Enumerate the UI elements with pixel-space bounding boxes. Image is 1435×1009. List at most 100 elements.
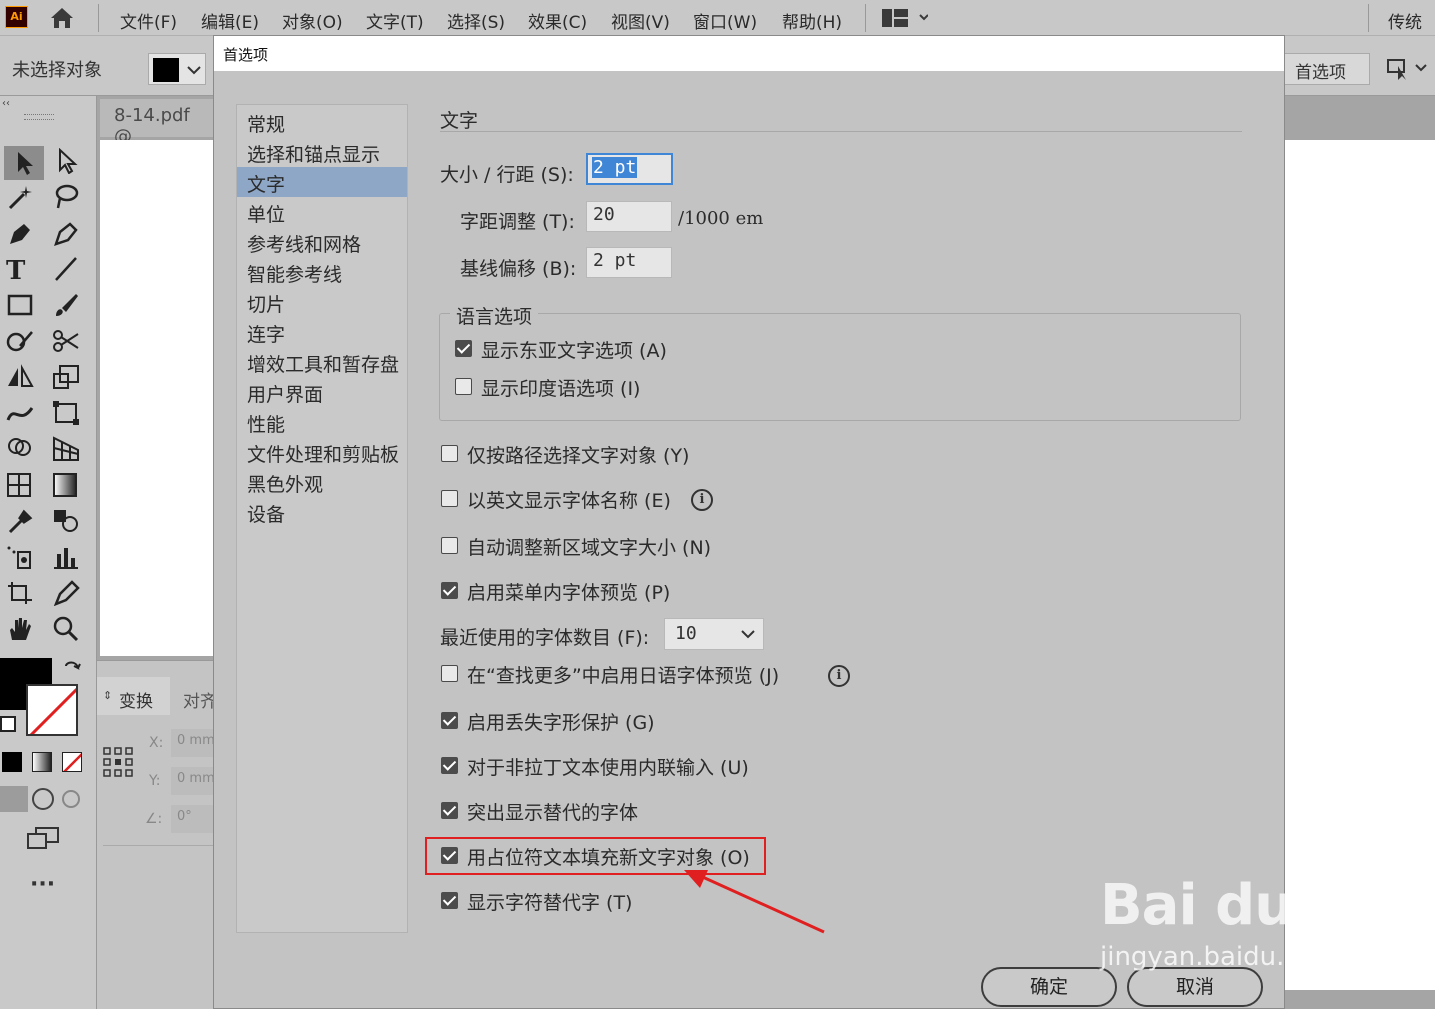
more-tools-icon[interactable]: ··· bbox=[30, 872, 55, 897]
sidebar-item-plugins-scratch[interactable]: 增效工具和暂存盘 bbox=[237, 347, 407, 377]
mesh-tool-icon[interactable] bbox=[6, 472, 34, 498]
direct-selection-tool-icon[interactable] bbox=[52, 147, 80, 175]
show-east-asian-option[interactable]: 显示东亚文字选项 (A) bbox=[455, 335, 755, 365]
japanese-preview-checkbox[interactable] bbox=[441, 665, 458, 682]
line-tool-icon[interactable] bbox=[52, 256, 80, 282]
grip-icon[interactable] bbox=[24, 114, 54, 120]
english-names-option[interactable]: 以英文显示字体名称 (E) bbox=[441, 485, 781, 515]
type-tool-icon[interactable]: T bbox=[6, 256, 34, 286]
workspace-layout-icon[interactable] bbox=[882, 9, 929, 27]
blend-tool-icon[interactable] bbox=[52, 508, 80, 534]
gradient-tool-icon[interactable] bbox=[52, 472, 80, 498]
sidebar-item-file-clipboard[interactable]: 文件处理和剪贴板 bbox=[237, 437, 407, 467]
menu-window[interactable]: 窗口(W) bbox=[693, 8, 757, 33]
sidebar-item-general[interactable]: 常规 bbox=[237, 107, 407, 137]
lasso-tool-icon[interactable] bbox=[52, 184, 80, 210]
ok-button[interactable]: 确定 bbox=[981, 967, 1117, 1007]
show-indic-checkbox[interactable] bbox=[455, 378, 472, 395]
graph-tool-icon[interactable] bbox=[52, 544, 80, 570]
font-preview-option[interactable]: 启用菜单内字体预览 (P) bbox=[441, 577, 781, 607]
missing-glyph-option[interactable]: 启用丢失字形保护 (G) bbox=[441, 707, 781, 737]
eyedropper-tool-icon[interactable] bbox=[6, 508, 34, 534]
english-names-checkbox[interactable] bbox=[441, 490, 458, 507]
auto-size-option[interactable]: 自动调整新区域文字大小 (N) bbox=[441, 532, 781, 562]
curvature-tool-icon[interactable] bbox=[52, 220, 80, 246]
menu-view[interactable]: 视图(V) bbox=[611, 8, 670, 33]
none-mode-icon[interactable] bbox=[62, 752, 82, 772]
path-select-checkbox[interactable] bbox=[441, 445, 458, 462]
reference-point-icon[interactable] bbox=[103, 747, 133, 777]
x-input[interactable]: 0 mm bbox=[171, 729, 217, 757]
info-icon-2[interactable]: i bbox=[828, 665, 850, 687]
sidebar-item-type[interactable]: 文字 bbox=[237, 167, 407, 197]
tab-transform[interactable]: 变换 bbox=[119, 687, 153, 712]
sidebar-item-performance[interactable]: 性能 bbox=[237, 407, 407, 437]
reflect-tool-icon[interactable] bbox=[6, 364, 34, 390]
draw-normal-icon[interactable] bbox=[0, 786, 28, 812]
show-indic-option[interactable]: 显示印度语选项 (I) bbox=[455, 373, 755, 403]
magic-wand-tool-icon[interactable] bbox=[6, 184, 34, 210]
shaper-tool-icon[interactable] bbox=[6, 328, 34, 354]
fill-color-picker[interactable] bbox=[148, 53, 206, 85]
symbol-sprayer-tool-icon[interactable] bbox=[6, 544, 34, 570]
scissors-tool-icon[interactable] bbox=[52, 328, 80, 354]
auto-size-checkbox[interactable] bbox=[441, 537, 458, 554]
tracking-input[interactable]: 20 bbox=[586, 201, 672, 232]
home-icon[interactable] bbox=[48, 6, 76, 30]
collapse-icon[interactable]: ‹‹ bbox=[2, 98, 10, 109]
screen-mode-icon[interactable] bbox=[26, 826, 60, 850]
gradient-mode-icon[interactable] bbox=[32, 752, 52, 772]
preferences-button[interactable]: 首选项 bbox=[1282, 53, 1370, 85]
draw-behind-icon[interactable] bbox=[32, 788, 54, 810]
menu-help[interactable]: 帮助(H) bbox=[782, 8, 842, 33]
color-mode-icon[interactable] bbox=[2, 752, 22, 772]
sidebar-item-units[interactable]: 单位 bbox=[237, 197, 407, 227]
highlight-sub-option[interactable]: 突出显示替代的字体 bbox=[441, 797, 781, 827]
arrange-icon[interactable] bbox=[1386, 56, 1432, 82]
rectangle-tool-icon[interactable] bbox=[6, 292, 34, 318]
path-select-option[interactable]: 仅按路径选择文字对象 (Y) bbox=[441, 440, 781, 470]
angle-input[interactable]: 0° bbox=[171, 805, 217, 833]
draw-inside-icon[interactable] bbox=[62, 790, 80, 808]
cancel-button[interactable]: 取消 bbox=[1127, 967, 1263, 1007]
baseline-input[interactable]: 2 pt bbox=[586, 247, 672, 278]
sidebar-item-hyphenation[interactable]: 连字 bbox=[237, 317, 407, 347]
sidebar-item-devices[interactable]: 设备 bbox=[237, 497, 407, 527]
size-leading-input[interactable]: 2 pt bbox=[586, 153, 673, 185]
selection-tool-icon[interactable] bbox=[4, 146, 44, 180]
sidebar-item-black-appearance[interactable]: 黑色外观 bbox=[237, 467, 407, 497]
show-alternates-checkbox[interactable] bbox=[441, 892, 458, 909]
highlight-sub-checkbox[interactable] bbox=[441, 802, 458, 819]
document-tab[interactable]: 8-14.pdf @ bbox=[100, 99, 216, 147]
panel-expand-icon[interactable]: ⇕ bbox=[103, 689, 112, 702]
inline-input-checkbox[interactable] bbox=[441, 757, 458, 774]
paintbrush-tool-icon[interactable] bbox=[52, 292, 80, 318]
free-transform-tool-icon[interactable] bbox=[52, 400, 80, 426]
zoom-tool-icon[interactable] bbox=[52, 616, 80, 642]
stroke-swatch[interactable] bbox=[26, 684, 78, 736]
menu-file[interactable]: 文件(F) bbox=[120, 8, 177, 33]
slice-tool-icon[interactable] bbox=[52, 580, 80, 607]
missing-glyph-checkbox[interactable] bbox=[441, 712, 458, 729]
sidebar-item-smart-guides[interactable]: 智能参考线 bbox=[237, 257, 407, 287]
sidebar-item-slices[interactable]: 切片 bbox=[237, 287, 407, 317]
tab-align[interactable]: 对齐 bbox=[183, 687, 217, 712]
shape-builder-tool-icon[interactable] bbox=[6, 436, 34, 462]
menu-select[interactable]: 选择(S) bbox=[447, 8, 505, 33]
inline-input-option[interactable]: 对于非拉丁文本使用内联输入 (U) bbox=[441, 752, 781, 782]
artboard-tool-icon[interactable] bbox=[6, 580, 34, 606]
sidebar-item-user-interface[interactable]: 用户界面 bbox=[237, 377, 407, 407]
y-input[interactable]: 0 mm bbox=[171, 767, 217, 795]
font-preview-checkbox[interactable] bbox=[441, 582, 458, 599]
recent-fonts-select[interactable]: 10 bbox=[664, 618, 764, 650]
japanese-preview-option[interactable]: 在“查找更多”中启用日语字体预览 (J) bbox=[441, 660, 821, 690]
warp-tool-icon[interactable] bbox=[6, 400, 34, 426]
sidebar-item-selection-anchor[interactable]: 选择和锚点显示 bbox=[237, 137, 407, 167]
show-east-asian-checkbox[interactable] bbox=[455, 340, 472, 357]
info-icon[interactable]: i bbox=[691, 489, 713, 511]
pen-tool-icon[interactable] bbox=[6, 220, 34, 246]
perspective-grid-tool-icon[interactable] bbox=[52, 436, 80, 462]
menu-edit[interactable]: 编辑(E) bbox=[201, 8, 259, 33]
menu-effect[interactable]: 效果(C) bbox=[528, 8, 587, 33]
sidebar-item-guides-grid[interactable]: 参考线和网格 bbox=[237, 227, 407, 257]
